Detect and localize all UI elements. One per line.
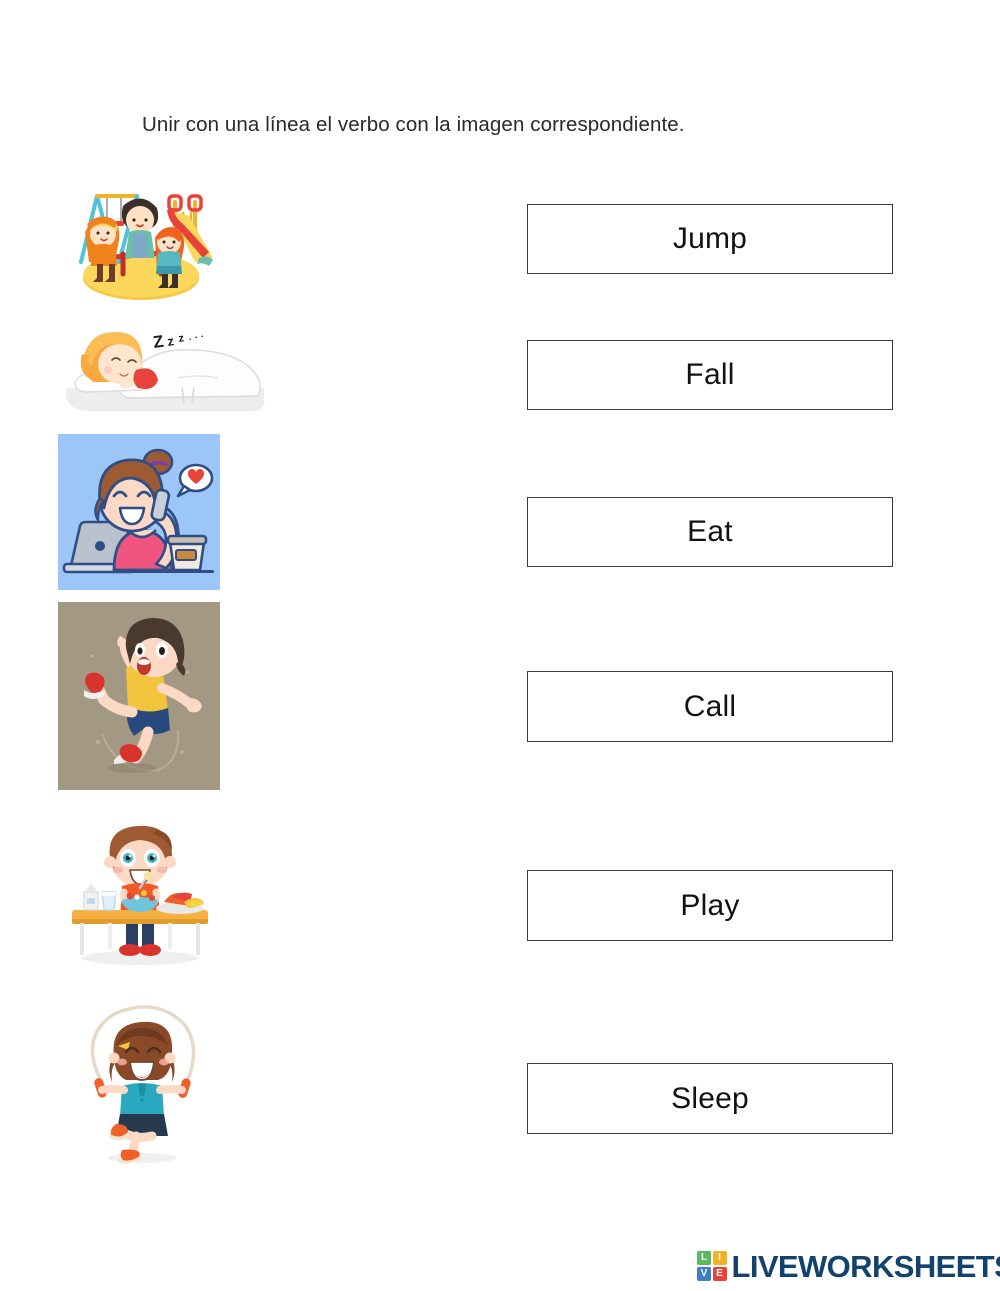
word-label: Fall	[685, 358, 735, 391]
eating-illustration	[72, 825, 208, 965]
jump-rope-illustration	[90, 1005, 196, 1164]
picture-playground-children[interactable]	[63, 166, 217, 302]
word-label: Call	[683, 689, 737, 723]
svg-text:z: z	[178, 332, 186, 345]
logo-block-e: E	[712, 1266, 727, 1281]
picture-girl-jumping-rope[interactable]	[60, 998, 220, 1168]
svg-text:.: .	[195, 330, 198, 340]
logo-block-l: L	[697, 1251, 711, 1266]
logo-block-i: I	[712, 1251, 727, 1266]
word-box-fall[interactable]: Fall	[527, 340, 893, 410]
word-label: Jump	[672, 222, 748, 255]
svg-text:Z: Z	[152, 332, 165, 352]
logo-block-v: V	[697, 1266, 711, 1281]
phone-call-illustration	[58, 434, 220, 590]
picture-boy-eating[interactable]	[60, 816, 220, 968]
picture-girl-phone-call[interactable]	[58, 434, 220, 590]
worksheet-page: Unir con una línea el verbo con la image…	[0, 0, 1000, 1291]
word-label: Sleep	[671, 1081, 749, 1115]
svg-text:z: z	[166, 333, 175, 349]
picture-girl-sleeping[interactable]: Z z z . . .	[58, 318, 270, 418]
word-label: Play	[680, 888, 740, 922]
logo-letter-blocks: L I V E	[697, 1251, 727, 1281]
word-label: Eat	[687, 515, 733, 548]
page-title: Unir con una línea el verbo con la image…	[142, 113, 685, 136]
playground-illustration	[79, 194, 213, 300]
sleeping-illustration: Z z z . . .	[66, 329, 265, 411]
word-box-eat[interactable]: Eat	[527, 497, 893, 567]
svg-text:.: .	[189, 332, 192, 342]
svg-text:.: .	[201, 329, 204, 339]
falling-illustration	[58, 602, 220, 790]
logo-wordmark: LIVEWORKSHEETS	[731, 1248, 1000, 1284]
word-box-call[interactable]: Call	[527, 671, 893, 742]
liveworksheets-logo[interactable]: L I V E LIVEWORKSHEETS	[697, 1248, 1000, 1284]
picture-boy-falling[interactable]	[58, 602, 220, 790]
word-box-sleep[interactable]: Sleep	[527, 1063, 893, 1134]
word-box-play[interactable]: Play	[527, 870, 893, 941]
word-box-jump[interactable]: Jump	[527, 204, 893, 274]
